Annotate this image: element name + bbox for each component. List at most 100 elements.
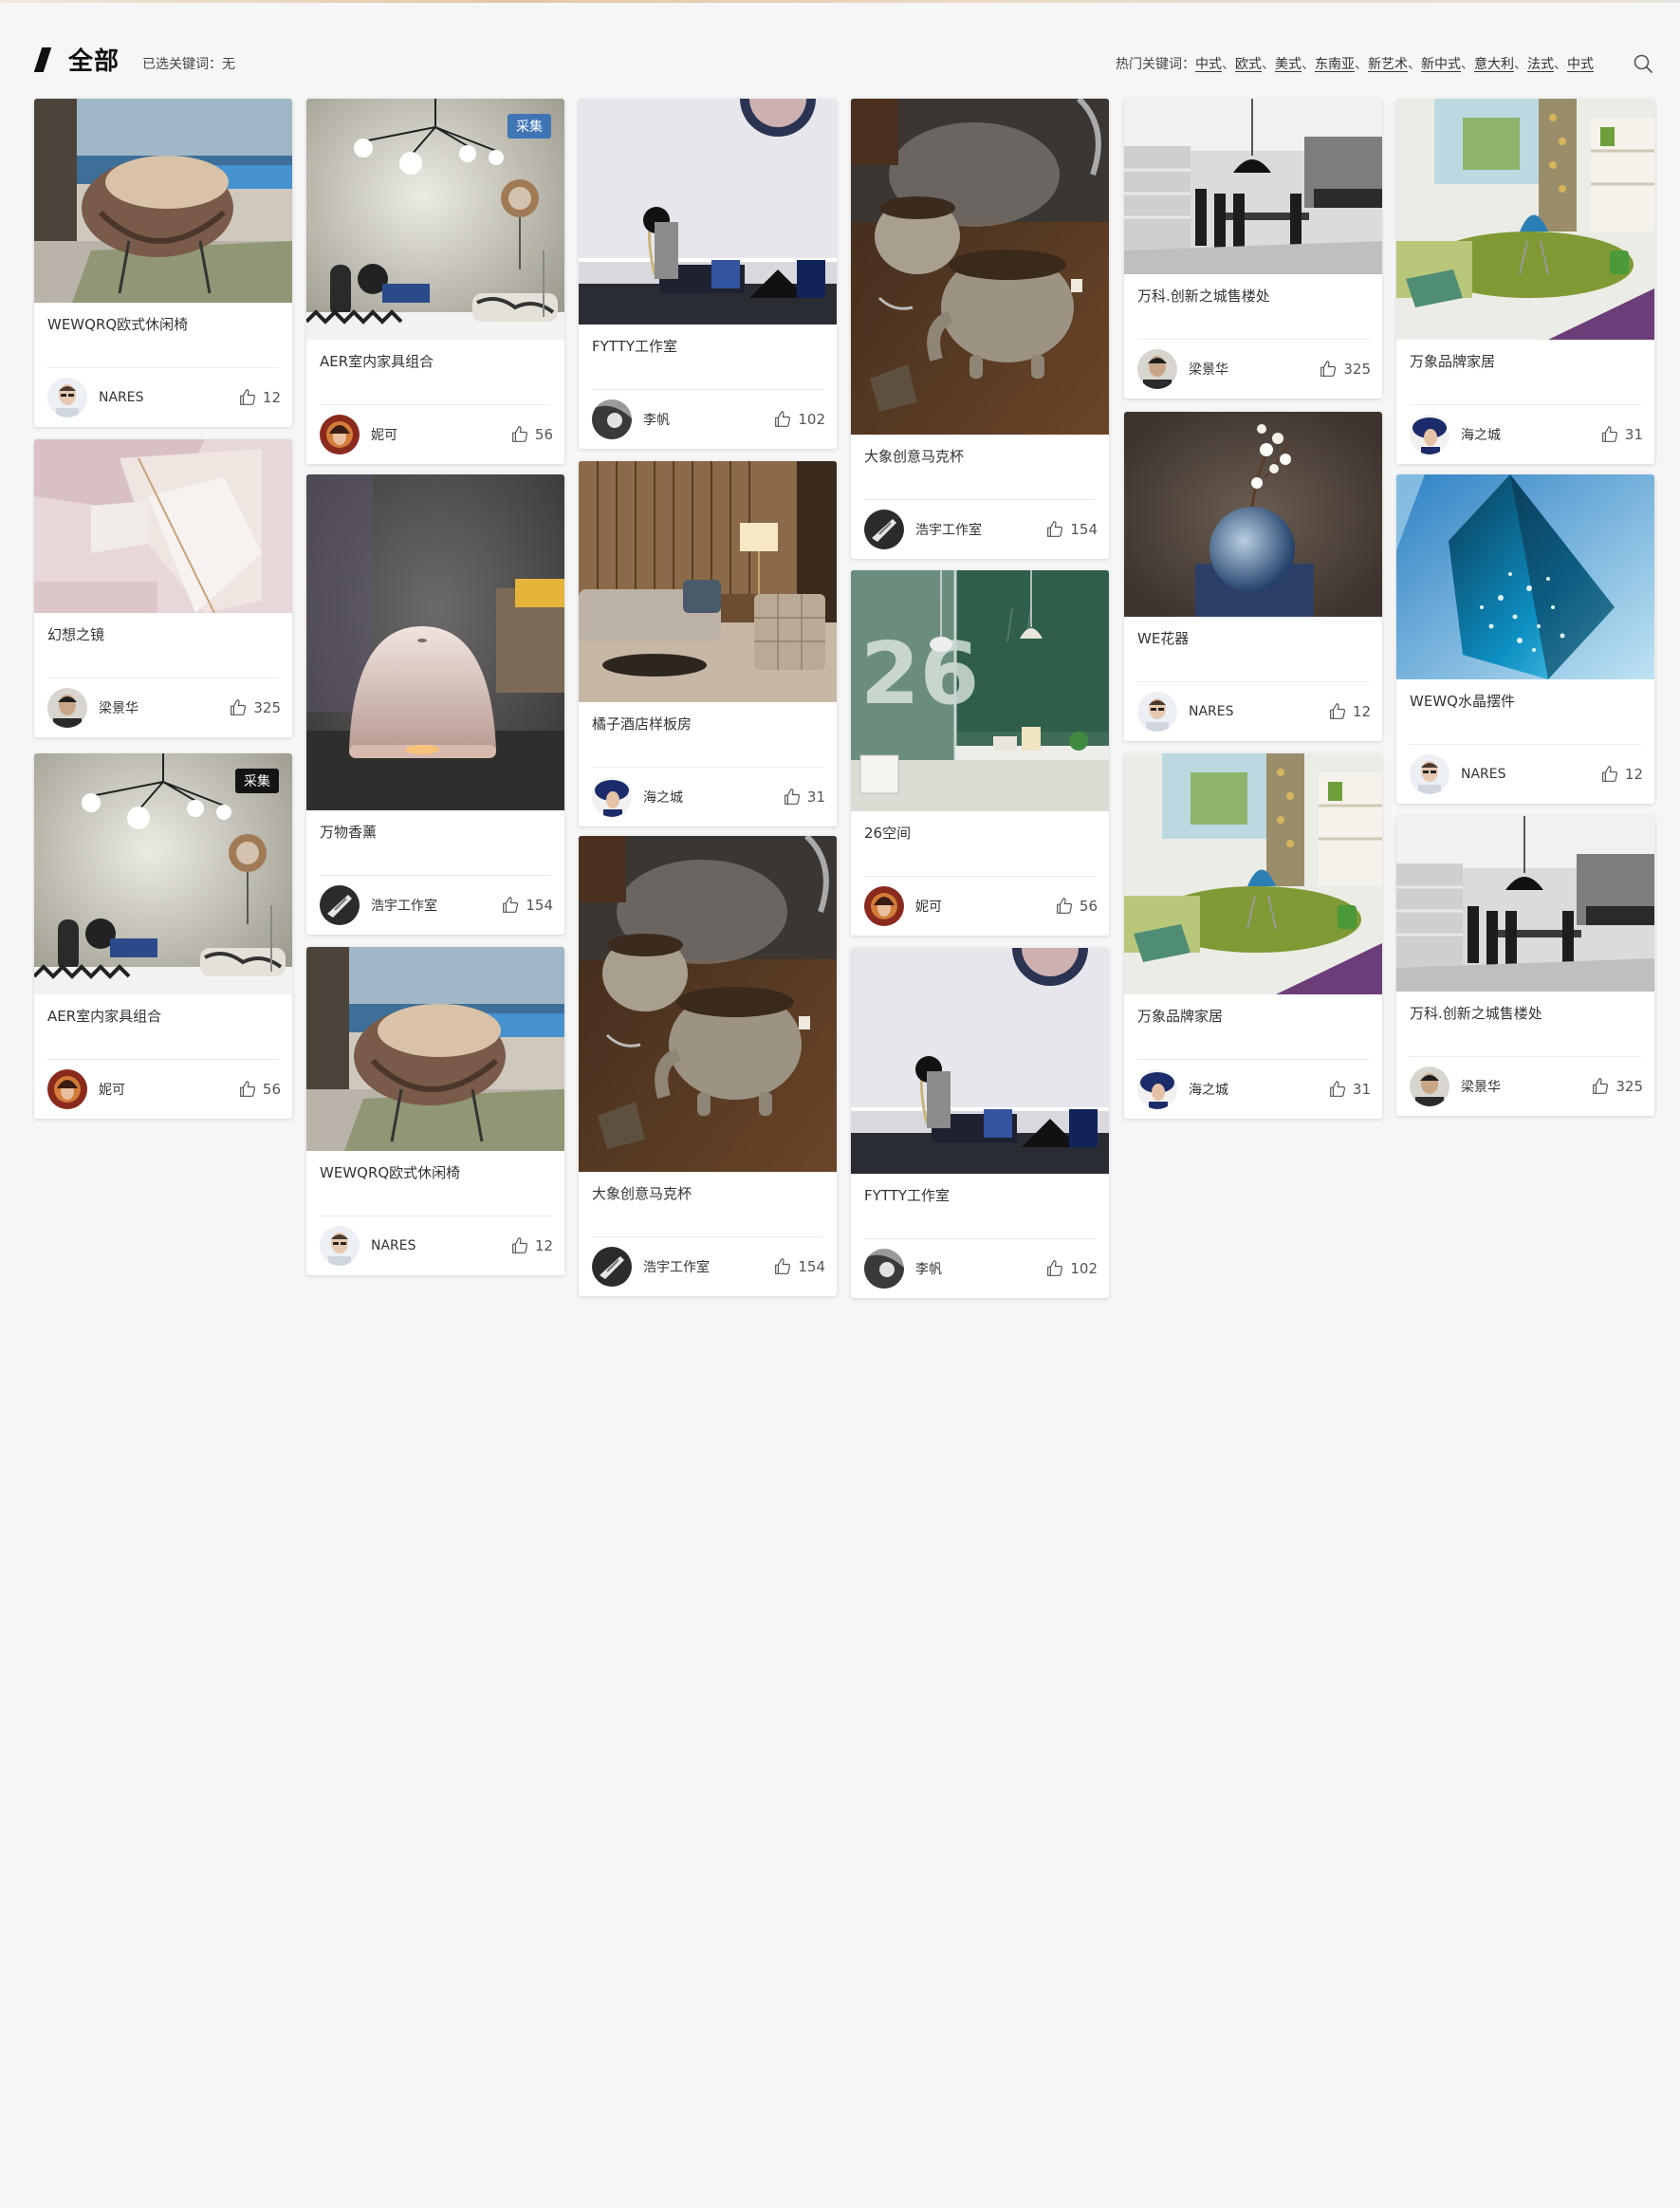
like-button[interactable]: 325 [1590, 1076, 1643, 1097]
hot-keyword-link[interactable]: 法式 [1527, 57, 1554, 72]
card-image[interactable] [34, 99, 292, 303]
thumbs-up-icon[interactable] [1327, 1079, 1348, 1100]
like-button[interactable]: 12 [509, 1235, 553, 1256]
work-card[interactable]: 大象创意马克杯 浩宇工作室 154 [851, 99, 1109, 559]
card-image[interactable] [579, 461, 837, 702]
card-image[interactable] [1396, 474, 1654, 679]
card-title[interactable]: 万象品牌家居 [1124, 994, 1382, 1059]
work-card[interactable]: 万科.创新之城售楼处 梁景华 325 [1396, 816, 1654, 1116]
card-image[interactable]: 26 [851, 570, 1109, 811]
author-avatar[interactable] [320, 1226, 360, 1266]
hot-keyword-link[interactable]: 东南亚 [1315, 57, 1355, 72]
work-card[interactable]: WEWQ水晶摆件 NARES 12 [1396, 474, 1654, 804]
like-button[interactable]: 12 [1327, 701, 1371, 722]
like-button[interactable]: 56 [237, 1079, 281, 1100]
like-button[interactable]: 102 [772, 409, 825, 430]
collect-badge-button[interactable]: 采集 [235, 769, 279, 793]
hot-keyword-link[interactable]: 欧式 [1235, 57, 1262, 72]
card-image[interactable] [579, 836, 837, 1172]
card-title[interactable]: AER室内家具组合 [34, 994, 292, 1059]
author-avatar[interactable] [1410, 1067, 1449, 1106]
card-image[interactable] [851, 99, 1109, 435]
like-button[interactable]: 154 [1044, 519, 1098, 540]
author-avatar[interactable] [1410, 415, 1449, 455]
like-button[interactable]: 31 [782, 787, 825, 807]
thumbs-up-icon[interactable] [772, 1256, 793, 1277]
author-avatar[interactable] [864, 886, 904, 926]
card-image[interactable] [306, 474, 564, 810]
author-name[interactable]: 海之城 [643, 788, 782, 807]
card-title[interactable]: 万科.创新之城售楼处 [1396, 992, 1654, 1056]
card-image[interactable] [1396, 99, 1654, 340]
author-avatar[interactable] [592, 399, 632, 439]
like-button[interactable]: 12 [237, 387, 281, 408]
thumbs-up-icon[interactable] [500, 895, 521, 916]
hot-keyword-link[interactable]: 新艺术 [1368, 57, 1408, 72]
card-image[interactable] [1396, 816, 1654, 992]
card-title[interactable]: 大象创意马克杯 [851, 435, 1109, 499]
search-icon[interactable] [1632, 52, 1654, 75]
author-name[interactable]: NARES [99, 390, 237, 405]
author-avatar[interactable] [1137, 1069, 1177, 1109]
like-button[interactable]: 56 [509, 424, 553, 445]
work-card[interactable]: 26 26空间 妮可 56 [851, 570, 1109, 936]
author-name[interactable]: 妮可 [915, 897, 1054, 916]
like-button[interactable]: 102 [1044, 1258, 1098, 1279]
collect-badge-button[interactable]: 采集 [508, 114, 551, 139]
like-button[interactable]: 31 [1599, 424, 1643, 445]
author-name[interactable]: 梁景华 [99, 698, 228, 717]
author-avatar[interactable] [864, 1249, 904, 1289]
card-title[interactable]: 橘子酒店样板房 [579, 702, 837, 767]
work-card[interactable]: 万象品牌家居 海之城 31 [1396, 99, 1654, 464]
card-title[interactable]: 大象创意马克杯 [579, 1172, 837, 1236]
card-title[interactable]: WEWQ水晶摆件 [1396, 679, 1654, 744]
author-avatar[interactable] [47, 378, 87, 417]
author-avatar[interactable] [47, 688, 87, 728]
author-name[interactable]: 李帆 [643, 410, 772, 429]
card-title[interactable]: 万象品牌家居 [1396, 340, 1654, 404]
thumbs-up-icon[interactable] [509, 424, 530, 445]
hot-keyword-link[interactable]: 意大利 [1474, 57, 1514, 72]
author-name[interactable]: 梁景华 [1461, 1077, 1590, 1096]
author-avatar[interactable] [1410, 754, 1449, 794]
like-button[interactable]: 56 [1054, 896, 1098, 917]
author-name[interactable]: 浩宇工作室 [643, 1257, 772, 1276]
thumbs-up-icon[interactable] [237, 387, 258, 408]
card-image[interactable] [851, 948, 1109, 1174]
card-title[interactable]: WEWQRQ欧式休闲椅 [34, 303, 292, 367]
work-card[interactable]: 大象创意马克杯 浩宇工作室 154 [579, 836, 837, 1296]
card-image[interactable] [1124, 99, 1382, 274]
card-title[interactable]: WEWQRQ欧式休闲椅 [306, 1151, 564, 1215]
author-name[interactable]: 海之城 [1461, 425, 1599, 444]
like-button[interactable]: 31 [1327, 1079, 1371, 1100]
work-card[interactable]: 采集 AER室内家具组合 妮可 56 [306, 99, 564, 464]
work-card[interactable]: 万象品牌家居 海之城 31 [1124, 753, 1382, 1119]
like-button[interactable]: 12 [1599, 764, 1643, 785]
author-name[interactable]: 妮可 [99, 1080, 237, 1099]
thumbs-up-icon[interactable] [237, 1079, 258, 1100]
work-card[interactable]: FYTTY工作室 李帆 102 [579, 99, 837, 449]
like-button[interactable]: 154 [772, 1256, 825, 1277]
work-card[interactable]: WEWQRQ欧式休闲椅 NARES 12 [306, 947, 564, 1275]
work-card[interactable]: 橘子酒店样板房 海之城 31 [579, 461, 837, 826]
work-card[interactable]: FYTTY工作室 李帆 102 [851, 948, 1109, 1298]
author-avatar[interactable] [592, 777, 632, 817]
author-name[interactable]: 妮可 [371, 425, 509, 444]
work-card[interactable]: 幻想之镜 梁景华 325 [34, 439, 292, 737]
thumbs-up-icon[interactable] [782, 787, 803, 807]
thumbs-up-icon[interactable] [1590, 1076, 1611, 1097]
work-card[interactable]: 万科.创新之城售楼处 梁景华 325 [1124, 99, 1382, 399]
card-image[interactable] [34, 439, 292, 613]
card-title[interactable]: WE花器 [1124, 617, 1382, 681]
hot-keyword-link[interactable]: 美式 [1275, 57, 1302, 72]
thumbs-up-icon[interactable] [1327, 701, 1348, 722]
author-name[interactable]: NARES [1461, 767, 1599, 782]
author-avatar[interactable] [592, 1247, 632, 1287]
author-avatar[interactable] [320, 885, 360, 925]
card-image[interactable] [579, 99, 837, 325]
work-card[interactable]: 万物香薰 浩宇工作室 154 [306, 474, 564, 935]
like-button[interactable]: 325 [228, 697, 281, 718]
thumbs-up-icon[interactable] [1054, 896, 1075, 917]
thumbs-up-icon[interactable] [228, 697, 249, 718]
hot-keyword-link[interactable]: 中式 [1195, 57, 1222, 72]
